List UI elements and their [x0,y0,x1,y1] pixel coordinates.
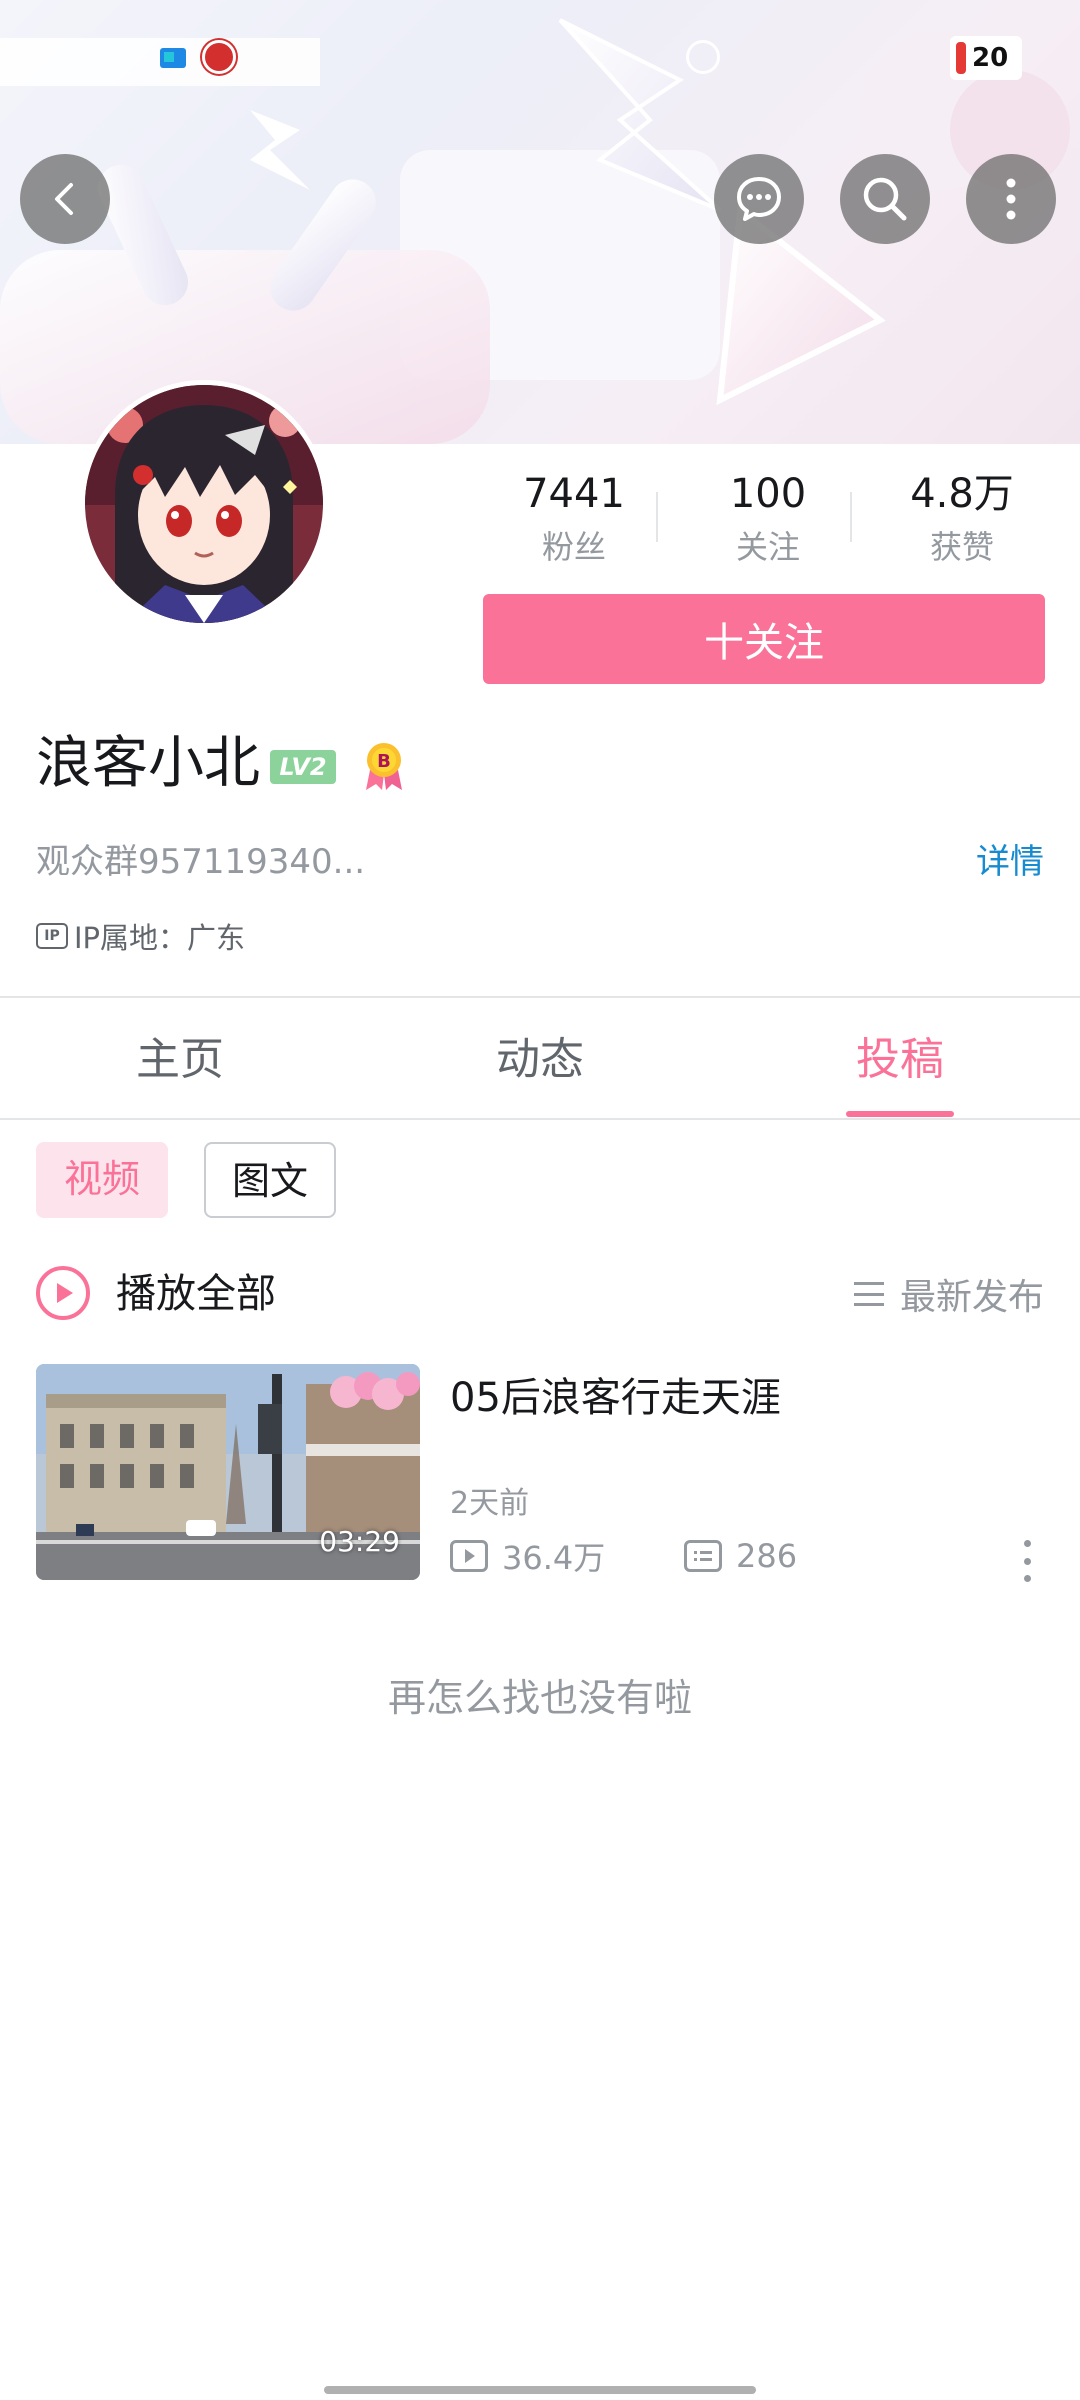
notification-app-icon-2 [202,40,236,74]
play-all-button[interactable]: 播放全部 [116,1264,276,1324]
more-options-button[interactable] [966,154,1056,244]
notification-app-icon [160,48,186,68]
stat-likes-label: 获赞 [929,528,994,566]
comment-icon [684,1540,722,1572]
sort-label: 最新发布 [899,1277,1044,1318]
video-title[interactable]: 05后浪客行走天涯 [450,1368,781,1428]
avatar[interactable] [80,380,328,628]
back-icon [55,183,73,215]
sort-list-icon [853,1282,884,1306]
more-dot [1023,1575,1031,1582]
comment-lines [694,1551,712,1561]
play-count-triangle [465,1549,475,1563]
avatar-image [85,385,323,623]
profile-bio: 观众群957119340... [36,842,366,882]
ip-location-text: IP属地：广东 [74,921,246,955]
home-indicator[interactable] [324,2386,756,2394]
ip-location: IP IP属地：广东 [36,914,245,958]
tab-dynamics[interactable]: 动态 [360,998,720,1118]
stat-fans-label: 粉丝 [541,528,606,566]
search-button[interactable] [840,154,930,244]
stat-following[interactable]: 100 关注 [672,466,864,570]
battery-indicator: 20 [950,36,1022,80]
video-thumbnail[interactable]: 03:29 [36,1364,420,1580]
ip-icon: IP [36,923,68,949]
profile-stats: 7441 粉丝 100 关注 4.8万 获赞 [478,466,1056,576]
follow-button[interactable]: 十关注 [483,594,1045,684]
alarm-icon [686,40,720,74]
stat-following-label: 关注 [735,528,800,566]
status-bar: 20 [0,0,1080,110]
more-dot [1023,1540,1031,1547]
video-duration: 03:29 [319,1525,400,1558]
play-count-icon [450,1540,488,1572]
video-comments: 286 [684,1534,797,1578]
filter-image-text[interactable]: 图文 [204,1142,336,1218]
battery-level-text: 20 [972,43,1009,73]
more-dot [1023,1557,1031,1565]
level-badge: LV2 [270,750,336,784]
sort-button[interactable]: 最新发布 [853,1266,1044,1322]
back-button[interactable] [20,154,110,244]
video-comments-count: 286 [736,1537,798,1575]
tab-submissions[interactable]: 投稿 [720,998,1080,1118]
stat-fans[interactable]: 7441 粉丝 [478,466,670,570]
end-of-list-text: 再怎么找也没有啦 [387,1676,692,1720]
video-views: 36.4万 [450,1534,605,1578]
stat-divider [656,492,658,542]
tabs-divider [0,1118,1080,1120]
chat-bubble-icon [737,177,781,221]
filter-video[interactable]: 视频 [36,1142,168,1218]
stat-likes[interactable]: 4.8万 获赞 [866,466,1058,570]
svg-text:B: B [377,751,391,772]
message-button[interactable] [714,154,804,244]
active-tab-indicator [846,1111,954,1117]
video-views-count: 36.4万 [502,1539,606,1577]
stat-following-value: 100 [729,471,807,517]
battery-level-bar [956,42,966,74]
more-vertical-icon [1006,178,1016,220]
video-more-button[interactable] [1012,1540,1042,1582]
video-publish-time: 2天前 [450,1486,530,1521]
search-icon [863,177,907,221]
tab-home[interactable]: 主页 [0,998,360,1118]
medal-icon[interactable]: B [360,740,408,792]
play-circle-icon[interactable] [36,1266,90,1320]
stat-fans-value: 7441 [523,471,625,517]
username: 浪客小北 [36,731,260,796]
details-link[interactable]: 详情 [976,838,1044,886]
profile-banner: 20 [0,0,1080,444]
stat-divider [850,492,852,542]
play-triangle [57,1283,73,1303]
stat-likes-value: 4.8万 [910,471,1014,517]
profile-tabs: 主页 动态 投稿 [0,998,1080,1118]
